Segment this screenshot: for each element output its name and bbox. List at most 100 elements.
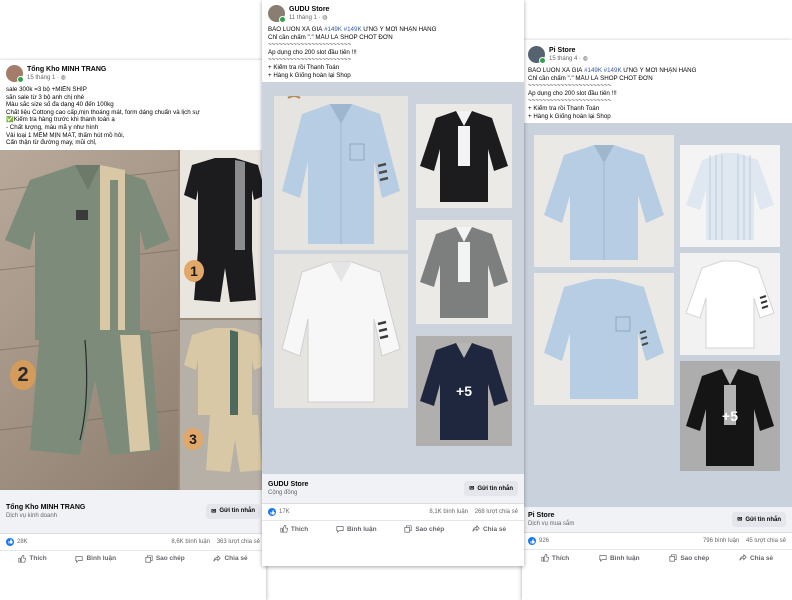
like-reaction-icon: [6, 537, 14, 546]
post-line: Áp dụng cho 200 slot đầu tiên !!!: [268, 48, 357, 56]
post-line: sẵn sale từ 3 bộ anh chị nhé: [6, 93, 85, 101]
post-header: Tổng Kho MINH TRANG 15 tháng 1 · ◍: [0, 60, 266, 84]
page-link-card[interactable]: Tổng Kho MINH TRANG Dịch vụ kinh doanh ✉…: [0, 489, 266, 534]
messenger-icon: ✉: [211, 508, 217, 515]
post-tong-kho: Tổng Kho MINH TRANG 15 tháng 1 · ◍ sale …: [0, 60, 266, 600]
post-line-pre: BẢO LUÔN XẢ GIÁ: [528, 67, 585, 74]
send-message-label: Gửi tin nhắn: [745, 516, 781, 523]
photo-shirt-blue[interactable]: [274, 96, 408, 251]
copy-label: Sao chép: [680, 554, 710, 562]
comment-count[interactable]: 8,1K bình luận: [429, 509, 468, 515]
like-button[interactable]: Thích: [280, 525, 308, 533]
post-line-post: ƯNG Ý MỚI NHẬN HÀNG: [621, 67, 697, 74]
post-line-1: BẢO LUÔN XẢ GIÁ #149K #149K ƯNG Ý MỚI NH…: [528, 67, 786, 75]
post-date[interactable]: 15 tháng 1 · ◍: [27, 74, 106, 82]
photo-polo-beige[interactable]: 3: [180, 319, 266, 490]
avatar[interactable]: [528, 46, 546, 64]
copy-button[interactable]: Sao chép: [145, 555, 185, 563]
post-text: sale 300k =3 bộ +MIỄN SHIP sẵn sale từ 3…: [0, 84, 266, 150]
photo-shirt-grey[interactable]: [416, 220, 512, 325]
photo-shirt-navy[interactable]: +5: [416, 336, 512, 447]
copy-button[interactable]: Sao chép: [404, 525, 444, 533]
photo-polo-green[interactable]: 2: [0, 149, 178, 490]
photo-gallery: +5: [262, 82, 524, 475]
like-reaction-icon: [528, 537, 536, 546]
post-date[interactable]: 11 tháng 1 · ◍: [289, 14, 329, 22]
share-button[interactable]: Chia sẻ: [213, 554, 248, 563]
photo-shirt-white[interactable]: [274, 254, 408, 409]
more-photos-overlay[interactable]: +5: [416, 336, 512, 447]
reaction-summary[interactable]: 28K: [6, 537, 28, 546]
post-line: Màu sắc size số đa dạng 40 đến 100kg: [6, 101, 114, 109]
reaction-count: 926: [539, 538, 550, 545]
share-button[interactable]: Chia sẻ: [739, 554, 773, 562]
shirt-blue-illustration: [544, 145, 664, 261]
author-name[interactable]: Tổng Kho MINH TRANG: [27, 66, 106, 74]
comment-label: Bình luận: [86, 555, 117, 563]
post-line: ~~~~~~~~~~~~~~~~~~~~~~~: [268, 41, 352, 49]
card-page-name[interactable]: GUDU Store: [268, 480, 308, 489]
avatar[interactable]: [268, 5, 286, 23]
number-badge-1: 1: [184, 259, 204, 282]
comment-button[interactable]: Bình luận: [75, 555, 116, 563]
author-name[interactable]: GUDU Store: [289, 6, 329, 14]
share-count[interactable]: 268 lượt chia sẻ: [475, 509, 518, 515]
comment-count[interactable]: 8,6K bình luận: [171, 539, 210, 545]
photo-shirt-striped[interactable]: [680, 145, 780, 248]
author-name[interactable]: Pi Store: [549, 47, 588, 55]
share-icon: [472, 525, 480, 532]
post-line: Chất liệu Cottong cao cấp,mịn thoáng mát…: [6, 108, 200, 116]
share-label: Chia sẻ: [482, 525, 507, 533]
hashtag-link[interactable]: #149K #149K: [584, 67, 622, 74]
card-page-name[interactable]: Pi Store: [528, 511, 574, 520]
post-stats: 17K 8,1K bình luận 268 lượt chia sẻ: [262, 504, 524, 522]
reaction-summary[interactable]: 17K: [268, 508, 290, 517]
post-date-text: 15 tháng 4 ·: [549, 55, 583, 62]
like-button[interactable]: Thích: [18, 554, 47, 563]
post-line: + Hàng k Giống hoàn lại Shop: [528, 112, 611, 120]
more-photos-overlay[interactable]: +5: [680, 361, 780, 472]
page-link-card[interactable]: GUDU Store Cộng đồng ✉ Gửi tin nhắn: [262, 474, 524, 505]
share-count[interactable]: 363 lượt chia sẻ: [217, 539, 260, 545]
comment-button[interactable]: Bình luận: [336, 525, 377, 534]
post-line: + Kiểm tra rồi Thanh Toán: [268, 63, 340, 71]
post-line-post: ƯNG Ý MỚI NHẬN HÀNG: [361, 26, 437, 33]
post-line-pre: BẢO LUÔN XẢ GIÁ: [268, 26, 325, 33]
polo-illustration: [0, 164, 178, 455]
copy-button[interactable]: Sao chép: [669, 554, 709, 562]
send-message-button[interactable]: ✉ Gửi tin nhắn: [206, 503, 260, 519]
share-button[interactable]: Chia sẻ: [472, 525, 506, 533]
post-text: BẢO LUÔN XẢ GIÁ #149K #149K ƯNG Ý MỚI NH…: [522, 65, 792, 123]
post-actions: Thích Bình luận Sao chép Chia sẻ: [522, 550, 792, 566]
globe-icon: ◍: [322, 14, 328, 21]
number-badge-3: 3: [183, 427, 203, 450]
comment-icon: [599, 555, 607, 563]
comment-button[interactable]: Bình luận: [599, 554, 640, 563]
comment-icon: [75, 555, 84, 563]
photo-shirt-blue-2[interactable]: [534, 273, 674, 406]
like-button[interactable]: Thích: [541, 554, 569, 562]
post-actions: Thích Bình luận Sao chép Chia sẻ: [262, 521, 524, 537]
send-message-button[interactable]: ✉ Gửi tin nhắn: [464, 481, 518, 497]
share-label: Chia sẻ: [749, 554, 774, 562]
photo-shirt-black[interactable]: +5: [680, 361, 780, 472]
avatar[interactable]: [6, 65, 24, 83]
post-date[interactable]: 15 tháng 4 · ◍: [549, 55, 588, 63]
card-page-category: Cộng đồng: [268, 490, 298, 497]
photo-shirt-black[interactable]: [416, 104, 512, 209]
post-line: ✅Kiểm tra hàng trước khi thanh toán ạ: [6, 116, 115, 124]
shirt-white-illustration: [685, 260, 775, 349]
photo-polo-black[interactable]: 1: [180, 149, 266, 318]
photo-shirt-blue-1[interactable]: [534, 135, 674, 268]
post-line: sale 300k =3 bộ +MIỄN SHIP: [6, 86, 87, 93]
card-page-name[interactable]: Tổng Kho MINH TRANG: [6, 503, 85, 512]
post-line: Vải loại 1 MỀM MỊN MÁT, thấm hút mồ hôi,: [6, 131, 125, 139]
post-line-1: BẢO LUÔN XẢ GIÁ #149K #149K ƯNG Ý MỚI NH…: [268, 26, 518, 34]
photo-shirt-white[interactable]: [680, 253, 780, 356]
reaction-summary[interactable]: 926: [528, 537, 550, 546]
page-link-card[interactable]: Pi Store Dịch vụ mua sắm ✉ Gửi tin nhắn: [522, 507, 792, 534]
share-count[interactable]: 45 lượt chia sẻ: [746, 538, 786, 544]
comment-count[interactable]: 796 bình luận: [703, 538, 739, 544]
send-message-button[interactable]: ✉ Gửi tin nhắn: [732, 512, 786, 528]
hashtag-link[interactable]: #149K #149K: [324, 26, 362, 33]
